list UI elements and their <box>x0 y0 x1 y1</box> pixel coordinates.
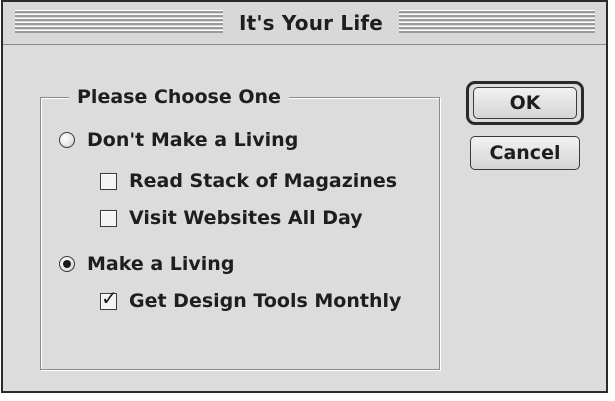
radio-option-make-a-living[interactable]: Make a Living <box>59 251 234 277</box>
checkbox-unchecked[interactable] <box>100 209 117 227</box>
ok-button[interactable]: OK <box>473 87 577 119</box>
checkbox-label: Visit Websites All Day <box>129 207 363 229</box>
checkbox-visit-websites-all-day[interactable]: Visit Websites All Day <box>100 205 363 231</box>
title-bar-stripes-left <box>15 10 223 34</box>
cancel-button[interactable]: Cancel <box>470 136 580 170</box>
dialog-window: It's Your Life Please Choose One Don't M… <box>1 0 608 393</box>
checkbox-unchecked[interactable] <box>100 172 117 190</box>
checkmark-icon: ✓ <box>101 285 118 310</box>
radio-button-selected[interactable] <box>59 256 75 272</box>
title-bar[interactable]: It's Your Life <box>3 2 606 45</box>
radio-option-label: Don't Make a Living <box>87 129 299 151</box>
window-title: It's Your Life <box>238 11 384 35</box>
checkbox-label: Get Design Tools Monthly <box>129 290 402 312</box>
checkbox-label: Read Stack of Magazines <box>129 170 398 192</box>
radio-option-label: Make a Living <box>87 253 235 275</box>
choice-group-label: Please Choose One <box>69 84 289 110</box>
radio-option-dont-make-a-living[interactable]: Don't Make a Living <box>59 127 298 153</box>
title-bar-stripes-right <box>399 10 595 34</box>
radio-button-unselected[interactable] <box>59 132 75 148</box>
checkbox-read-stack-of-magazines[interactable]: Read Stack of Magazines <box>100 168 397 194</box>
checkbox-get-design-tools-monthly[interactable]: ✓ Get Design Tools Monthly <box>100 288 401 314</box>
checkbox-checked[interactable]: ✓ <box>100 288 118 310</box>
